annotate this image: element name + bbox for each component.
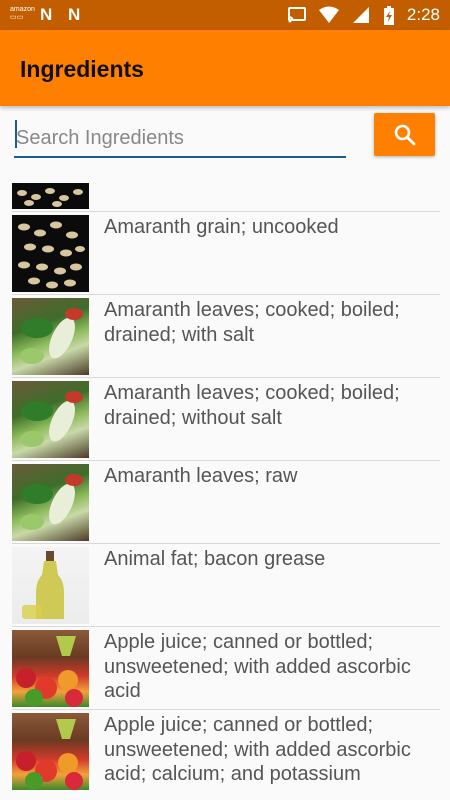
search-icon: [394, 124, 416, 146]
ingredient-thumbnail: [12, 381, 89, 458]
list-item[interactable]: Animal fat; bacon grease: [12, 544, 440, 627]
page-title: Ingredients: [20, 56, 144, 82]
ingredient-name: Animal fat; bacon grease: [104, 548, 326, 570]
list-item[interactable]: Amaranth leaves; cooked; boiled; drained…: [12, 378, 440, 461]
search-button[interactable]: [374, 113, 435, 156]
ingredient-thumbnail: [12, 183, 89, 209]
cast-icon: [287, 6, 307, 24]
ingredient-name: Amaranth grain; uncooked: [104, 216, 339, 238]
list-item[interactable]: [12, 180, 440, 212]
battery-charging-icon: [383, 6, 395, 25]
clock: 2:28: [406, 5, 440, 24]
ingredient-name: Apple juice; canned or bottled; unsweete…: [104, 714, 411, 785]
text-cursor: [15, 120, 17, 148]
ingredient-thumbnail: [12, 630, 89, 707]
ingredient-name: Apple juice; canned or bottled; unsweete…: [104, 631, 411, 702]
signal-icon: [351, 6, 371, 24]
n-icon: N: [68, 5, 81, 24]
list-item[interactable]: Amaranth grain; uncooked: [12, 212, 440, 295]
ingredient-name: Amaranth leaves; raw: [104, 465, 298, 487]
wifi-icon: [318, 6, 339, 24]
ingredient-thumbnail: [12, 547, 89, 624]
list-item[interactable]: Amaranth leaves; cooked; boiled; drained…: [12, 295, 440, 378]
list-item[interactable]: Apple juice; canned or bottled; unsweete…: [12, 627, 440, 710]
ingredient-thumbnail: [12, 713, 89, 790]
ingredient-thumbnail: [12, 298, 89, 375]
n-icon: N: [40, 5, 53, 24]
ingredient-thumbnail: [12, 215, 89, 292]
app-bar: Ingredients: [0, 30, 450, 106]
ingredient-name: Amaranth leaves; cooked; boiled; drained…: [104, 382, 400, 429]
amazon-icon: amazon ▭▭: [10, 6, 35, 21]
list-item[interactable]: Amaranth leaves; raw: [12, 461, 440, 544]
ingredient-name: Amaranth leaves; cooked; boiled; drained…: [104, 299, 400, 346]
list-item[interactable]: Apple juice; canned or bottled; unsweete…: [12, 710, 440, 800]
status-bar: amazon ▭▭ N N 2:28: [0, 0, 450, 30]
search-input[interactable]: [14, 120, 346, 158]
ingredient-thumbnail: [12, 464, 89, 541]
